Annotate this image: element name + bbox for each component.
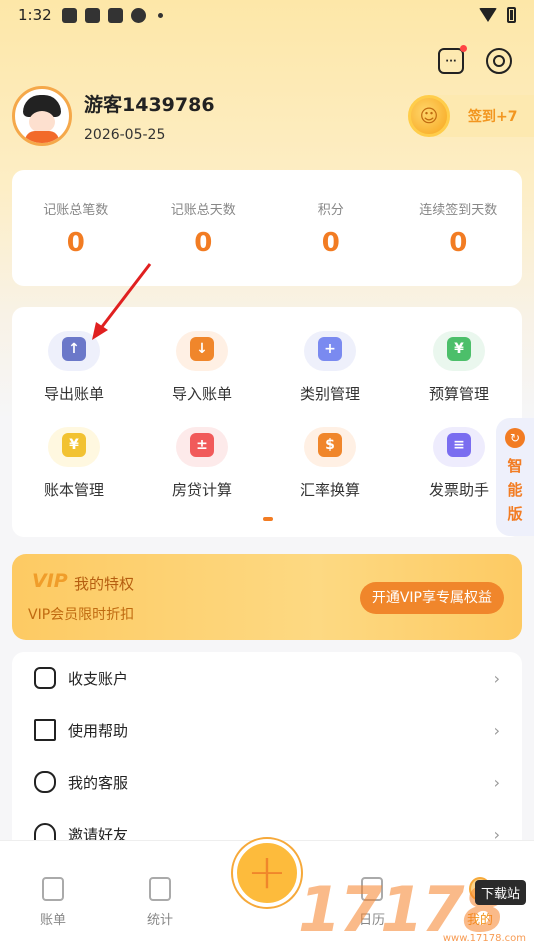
more-dot-icon	[157, 12, 163, 18]
invoice-icon: ≡	[433, 427, 485, 467]
stat-signin-streak: 连续签到天数 0	[419, 202, 498, 258]
menu-item-accounts[interactable]: 收支账户 ›	[12, 652, 522, 704]
profile-date: 2026-05-25	[84, 126, 166, 143]
add-record-button[interactable]: +	[233, 839, 301, 907]
notification-icon	[84, 7, 100, 23]
bill-icon	[42, 877, 64, 901]
calculator-icon: ±	[176, 427, 228, 467]
tools-grid: ↑ 导出账单 ↓ 导入账单 + 类别管理 ¥ 预算管理 ¥ 账本管理 ± 房贷计…	[12, 307, 522, 537]
category-icon: +	[304, 331, 356, 371]
notification-icon	[130, 7, 146, 23]
tool-budget-manage[interactable]: ¥ 预算管理	[404, 331, 514, 404]
tool-export-bill[interactable]: ↑ 导出账单	[19, 331, 129, 404]
import-icon: ↓	[176, 331, 228, 371]
stat-total-entries: 记账总笔数 0	[43, 202, 109, 258]
vip-card[interactable]: VIP 我的特权 VIP会员限时折扣 开通VIP享专属权益	[12, 554, 522, 640]
vip-title: 我的特权	[74, 575, 135, 593]
annotation-arrow	[92, 263, 152, 340]
header-actions: ···	[438, 45, 512, 74]
username: 游客1439786	[84, 93, 215, 116]
book-icon	[34, 719, 56, 741]
menu-list: 收支账户 › 使用帮助 › 我的客服 › 邀请好友 ›	[12, 652, 522, 862]
chevron-right-icon: ›	[493, 668, 500, 688]
page-indicator	[263, 517, 273, 521]
tab-bills[interactable]: 账单	[23, 877, 83, 928]
exchange-icon: $	[304, 427, 356, 467]
stat-total-days: 记账总天数 0	[170, 202, 236, 258]
vip-logo: VIP	[32, 570, 68, 592]
watermark-tag: 下载站	[474, 880, 526, 905]
chat-icon	[34, 771, 56, 793]
tool-category-manage[interactable]: + 类别管理	[275, 331, 385, 404]
signin-button[interactable]: ☺ 签到+7	[408, 95, 534, 137]
status-time: 1:32	[18, 6, 52, 24]
tool-exchange-rate[interactable]: $ 汇率换算	[275, 427, 385, 500]
battery-icon	[507, 7, 516, 23]
watermark: 17178 下载站 www.17178.com	[298, 873, 528, 946]
message-icon[interactable]: ···	[438, 45, 467, 74]
settings-icon[interactable]	[486, 48, 512, 74]
chart-icon	[149, 877, 171, 901]
smart-version-label: 智能版	[507, 457, 523, 523]
coin-icon: ☺	[408, 95, 450, 137]
budget-icon: ¥	[433, 331, 485, 371]
vip-subtitle: VIP会员限时折扣	[28, 607, 135, 623]
tool-mortgage-calc[interactable]: ± 房贷计算	[147, 427, 257, 500]
avatar[interactable]	[12, 86, 72, 146]
notification-icon	[107, 7, 123, 23]
wifi-icon	[479, 8, 497, 22]
menu-item-help[interactable]: 使用帮助 ›	[12, 704, 522, 756]
signin-label: 签到+7	[468, 109, 518, 125]
chevron-right-icon: ›	[493, 772, 500, 792]
chevron-right-icon: ›	[493, 720, 500, 740]
stat-points: 积分 0	[317, 202, 344, 258]
ledger-icon: ¥	[48, 427, 100, 467]
wallet-icon	[34, 667, 56, 689]
profile[interactable]: 游客1439786 2026-05-25	[12, 86, 215, 146]
status-bar: 1:32	[0, 0, 534, 30]
tool-import-bill[interactable]: ↓ 导入账单	[147, 331, 257, 404]
vip-open-button[interactable]: 开通VIP享专属权益	[359, 582, 504, 614]
tab-stats[interactable]: 统计	[130, 877, 190, 928]
watermark-url: www.17178.com	[442, 933, 526, 944]
notification-icon	[61, 7, 77, 23]
menu-item-support[interactable]: 我的客服 ›	[12, 756, 522, 808]
smart-version-tab[interactable]: ↻ 智能版	[496, 418, 534, 536]
tool-ledger-manage[interactable]: ¥ 账本管理	[19, 427, 129, 500]
refresh-icon: ↻	[505, 428, 525, 448]
unread-dot	[460, 45, 467, 52]
